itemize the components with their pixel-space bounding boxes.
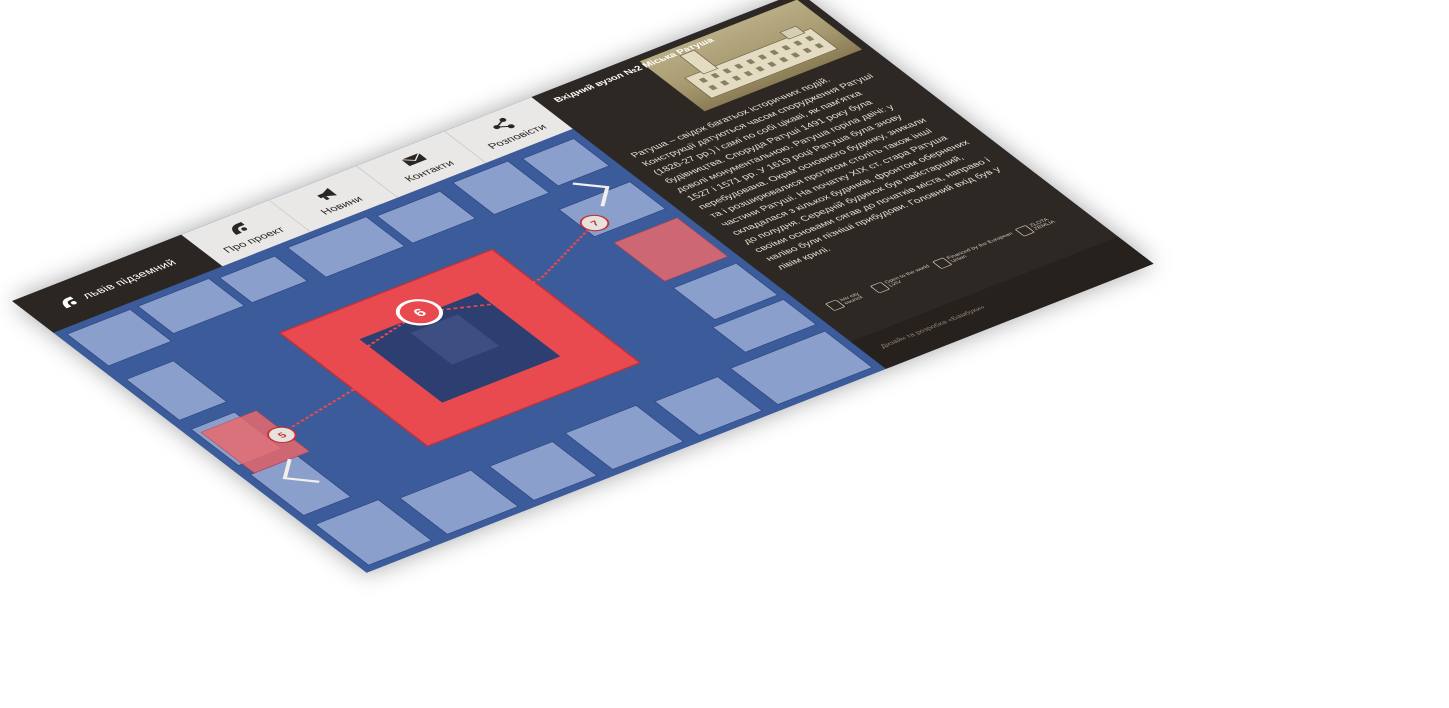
design-credit[interactable]: Дизайн та розробка «Бамбуки» — [878, 304, 987, 349]
partner-logo-city-council-label: lviv city council — [838, 292, 865, 306]
partner-logo-open-to-world-label: Open to the world LVIV — [883, 264, 932, 288]
partner-logo-eu-label: Financed by the European Union — [945, 231, 1015, 264]
isometric-scene: 5 6 7 львів підземний Про проект Новини … — [0, 0, 1449, 708]
partner-logo-eu[interactable]: Financed by the European Union — [931, 229, 1024, 270]
partner-logo-open-to-world[interactable]: Open to the world LVIV — [869, 262, 942, 294]
partner-logo-zlota-zemlia[interactable]: ZLOTA ZEMLIA — [1014, 211, 1071, 237]
sidebar-footer: Дизайн та розробка «Бамбуки» — [850, 236, 1154, 369]
partner-logo-zlota-zemlia-label: ZLOTA ZEMLIA — [1028, 217, 1057, 231]
app-board: 5 6 7 львів підземний Про проект Новини … — [12, 0, 1154, 573]
partner-logo-city-council[interactable]: lviv city council — [824, 286, 879, 312]
logo-mask-icon — [62, 296, 77, 309]
